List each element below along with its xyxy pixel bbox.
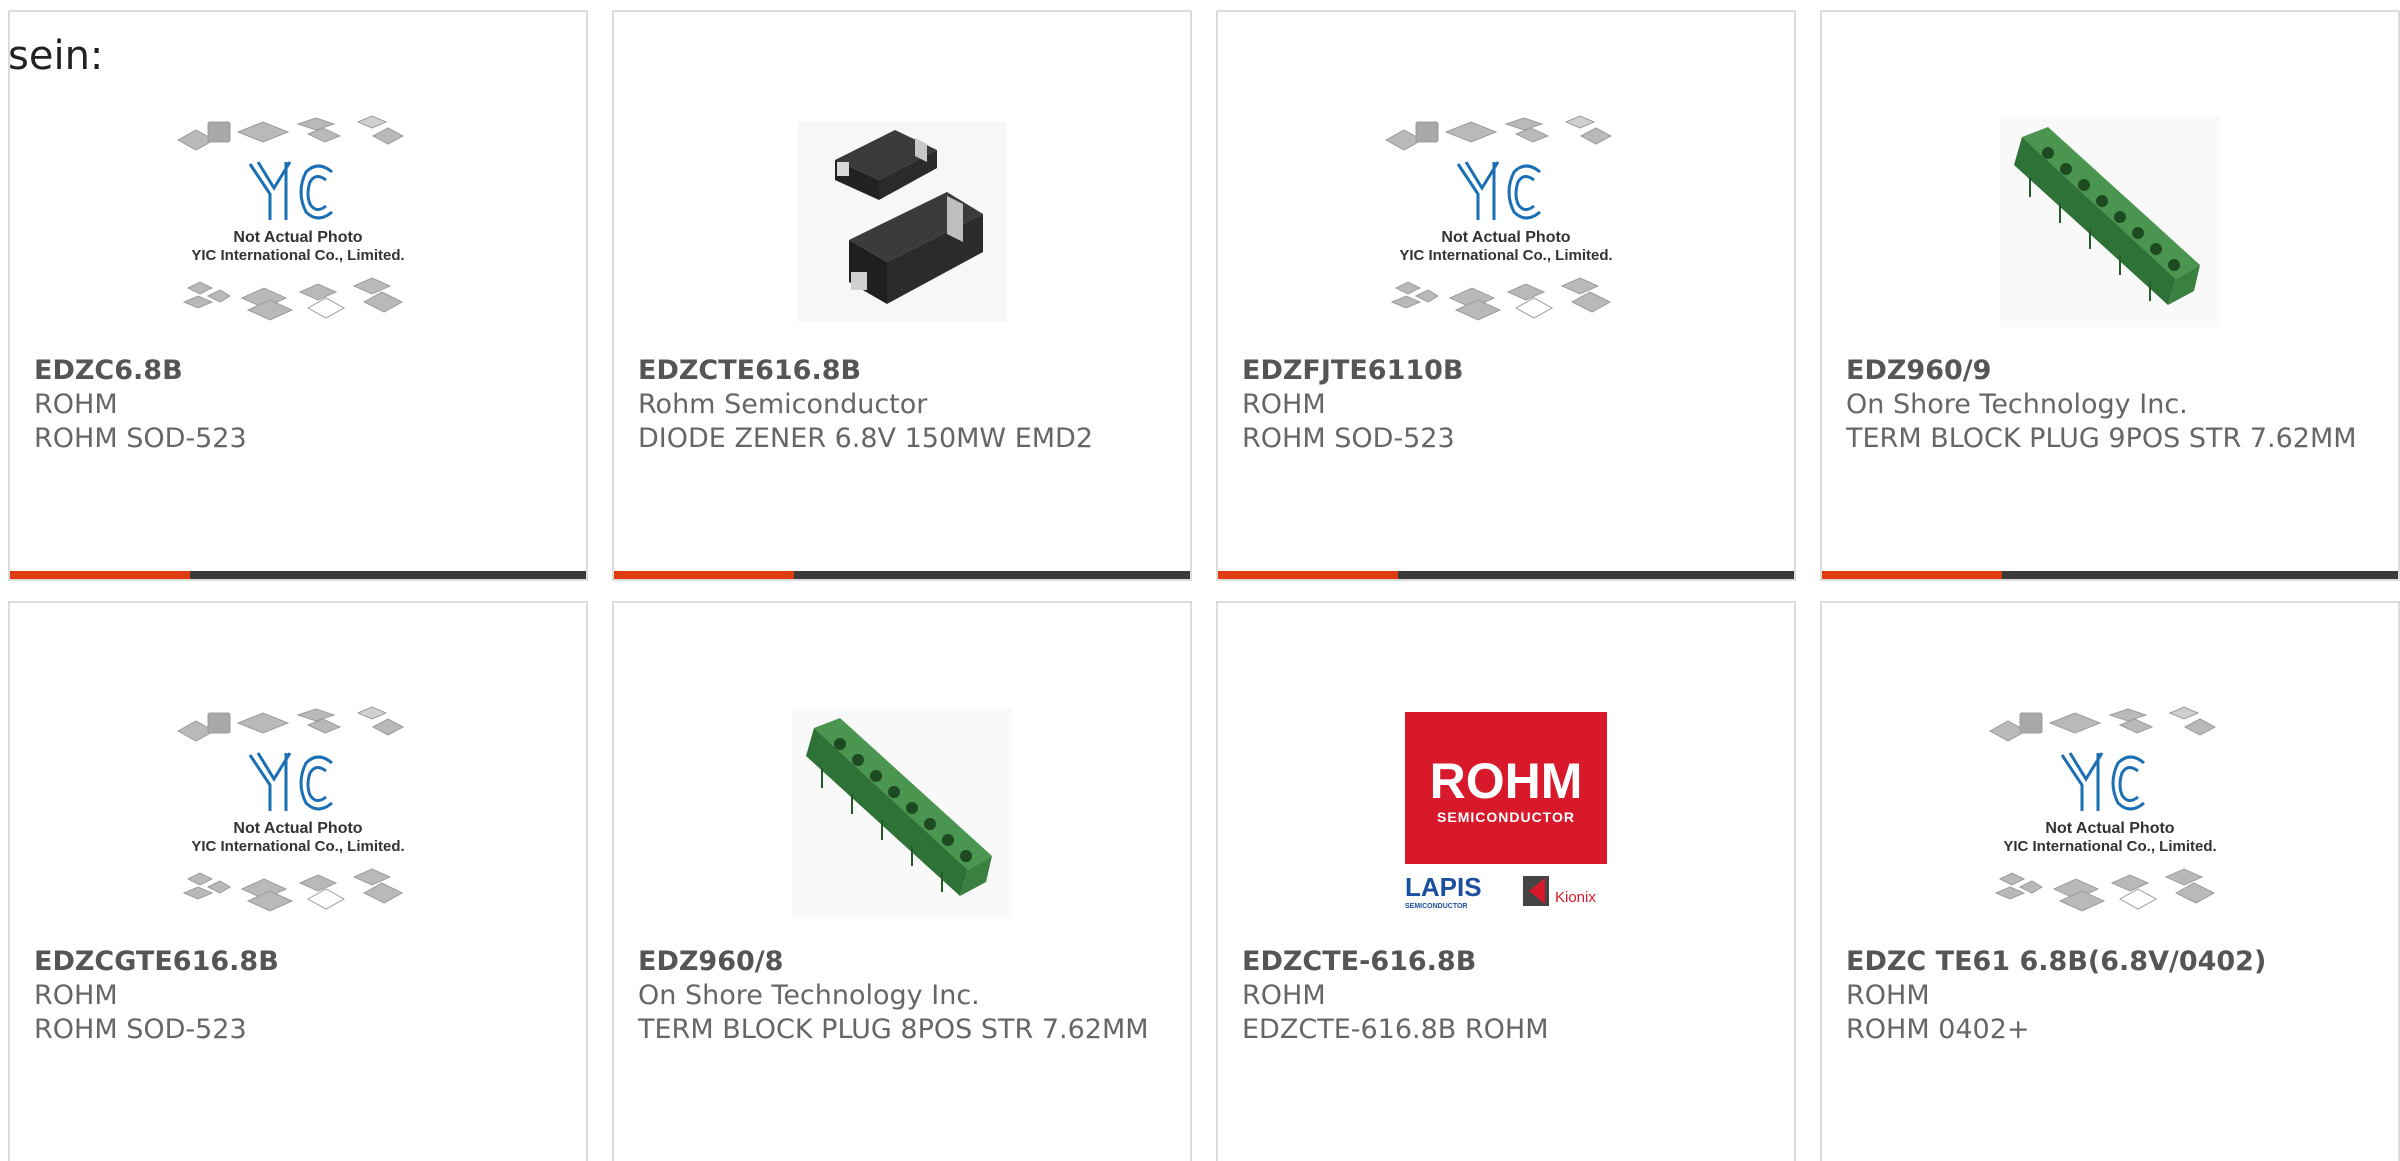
part-number-link[interactable]: EDZCGTE616.8B bbox=[34, 945, 562, 979]
part-number-link[interactable]: EDZC TE61 6.8B(6.8V/0402) bbox=[1846, 945, 2374, 979]
product-card[interactable]: EDZ960/9 On Shore Technology Inc. TERM BLO… bbox=[1820, 10, 2400, 581]
manufacturer: On Shore Technology Inc. bbox=[1846, 389, 2188, 420]
caption-line2: YIC International Co., Limited. bbox=[191, 838, 404, 855]
card-accent-bar bbox=[614, 571, 794, 579]
product-info: EDZCTE-616.8B ROHM EDZCTE-616.8B ROHM bbox=[1242, 945, 1770, 1047]
terminal-block-image bbox=[792, 708, 1012, 918]
part-number-link[interactable]: EDZC6.8B bbox=[34, 354, 562, 388]
card-bottom-bar bbox=[614, 571, 1190, 579]
lapis-text: LAPIS bbox=[1405, 872, 1482, 902]
description: TERM BLOCK PLUG 9POS STR 7.62MM bbox=[1846, 423, 2357, 454]
manufacturer: ROHM bbox=[1846, 980, 1930, 1011]
product-card[interactable]: EDZ960/8 On Shore Technology Inc. TERM BLO… bbox=[612, 601, 1192, 1161]
product-card[interactable]: Not Actual Photo YIC International Co., … bbox=[8, 10, 588, 581]
description: TERM BLOCK PLUG 8POS STR 7.62MM bbox=[638, 1014, 1149, 1045]
product-info: EDZFJTE6110B ROHM ROHM SOD-523 bbox=[1242, 354, 1770, 456]
product-info: EDZC TE61 6.8B(6.8V/0402) ROHM ROHM 0402+ bbox=[1846, 945, 2374, 1047]
placeholder-image: Not Actual Photo YIC International Co., … bbox=[1384, 115, 1613, 321]
caption-line1: Not Actual Photo bbox=[233, 820, 362, 837]
caption-line1: Not Actual Photo bbox=[1441, 229, 1570, 246]
product-info: EDZCGTE616.8B ROHM ROHM SOD-523 bbox=[34, 945, 562, 1047]
manufacturer: ROHM bbox=[34, 389, 118, 420]
product-info: EDZ960/9 On Shore Technology Inc. TERM BLO… bbox=[1846, 354, 2374, 456]
card-bottom-bar bbox=[10, 571, 586, 579]
caption-line2: YIC International Co., Limited. bbox=[1399, 247, 1612, 264]
placeholder-image: Not Actual Photo YIC International Co., … bbox=[1988, 706, 2217, 912]
part-number-link[interactable]: EDZFJTE6110B bbox=[1242, 354, 1770, 388]
product-image[interactable] bbox=[1822, 92, 2398, 352]
product-card[interactable]: Not Actual Photo YIC International Co., … bbox=[8, 601, 588, 1161]
manufacturer: ROHM bbox=[1242, 980, 1326, 1011]
product-image[interactable] bbox=[614, 683, 1190, 943]
product-card[interactable]: Not Actual Photo YIC International Co., … bbox=[1216, 10, 1796, 581]
caption-line2: YIC International Co., Limited. bbox=[2003, 838, 2216, 855]
part-number-link[interactable]: EDZCTE-616.8B bbox=[1242, 945, 1770, 979]
product-card[interactable]: ROHM SEMICONDUCTOR LAPIS SEMICONDUCTOR K… bbox=[1216, 601, 1796, 1161]
card-accent-bar bbox=[1822, 571, 2002, 579]
product-info: EDZ960/8 On Shore Technology Inc. TERM BLO… bbox=[638, 945, 1166, 1047]
description: ROHM SOD-523 bbox=[34, 1014, 247, 1045]
description: ROHM SOD-523 bbox=[34, 423, 247, 454]
part-number-link[interactable]: EDZCTE616.8B bbox=[638, 354, 1166, 388]
intro-text: sein: bbox=[8, 33, 104, 79]
description: ROHM SOD-523 bbox=[1242, 423, 1455, 454]
product-image[interactable]: Not Actual Photo YIC International Co., … bbox=[1822, 683, 2398, 943]
manufacturer: Rohm Semiconductor bbox=[638, 389, 928, 420]
description: EDZCTE-616.8B ROHM bbox=[1242, 1014, 1549, 1045]
card-accent-bar bbox=[1218, 571, 1398, 579]
terminal-block-image bbox=[2000, 117, 2220, 327]
caption-line2: YIC International Co., Limited. bbox=[191, 247, 404, 264]
kionix-text: Kionix bbox=[1555, 889, 1596, 906]
manufacturer: On Shore Technology Inc. bbox=[638, 980, 980, 1011]
product-card[interactable]: EDZCTE616.8B Rohm Semiconductor DIODE ZENE… bbox=[612, 10, 1192, 581]
product-info: EDZCTE616.8B Rohm Semiconductor DIODE ZENE… bbox=[638, 354, 1166, 456]
product-image[interactable] bbox=[614, 92, 1190, 352]
rohm-brand: ROHM bbox=[1430, 753, 1583, 809]
placeholder-image: Not Actual Photo YIC International Co., … bbox=[176, 706, 405, 912]
rohm-sub: SEMICONDUCTOR bbox=[1437, 809, 1575, 825]
description: DIODE ZENER 6.8V 150MW EMD2 bbox=[638, 423, 1094, 454]
manufacturer: ROHM bbox=[1242, 389, 1326, 420]
caption-line1: Not Actual Photo bbox=[233, 229, 362, 246]
product-image[interactable]: Not Actual Photo YIC International Co., … bbox=[10, 683, 586, 943]
product-image[interactable]: Not Actual Photo YIC International Co., … bbox=[10, 92, 586, 352]
card-bottom-bar bbox=[1822, 571, 2398, 579]
diode-image bbox=[797, 122, 1007, 322]
card-bottom-bar bbox=[1218, 571, 1794, 579]
product-grid: Not Actual Photo YIC International Co., … bbox=[8, 10, 2400, 1161]
card-accent-bar bbox=[10, 571, 190, 579]
product-info: EDZC6.8B ROHM ROHM SOD-523 bbox=[34, 354, 562, 456]
product-card[interactable]: Not Actual Photo YIC International Co., … bbox=[1820, 601, 2400, 1161]
page: sein: Not Actual Photo YIC International… bbox=[0, 0, 2400, 1161]
part-number-link[interactable]: EDZ960/8 bbox=[638, 945, 1166, 979]
description: ROHM 0402+ bbox=[1846, 1014, 2030, 1045]
lapis-sub: SEMICONDUCTOR bbox=[1405, 903, 1467, 910]
manufacturer: ROHM bbox=[34, 980, 118, 1011]
product-image[interactable]: ROHM SEMICONDUCTOR LAPIS SEMICONDUCTOR K… bbox=[1218, 683, 1794, 943]
product-image[interactable]: Not Actual Photo YIC International Co., … bbox=[1218, 92, 1794, 352]
rohm-logo-image: ROHM SEMICONDUCTOR LAPIS SEMICONDUCTOR K… bbox=[1405, 712, 1607, 910]
caption-line1: Not Actual Photo bbox=[2045, 820, 2174, 837]
placeholder-image: Not Actual Photo YIC International Co., … bbox=[176, 115, 405, 321]
part-number-link[interactable]: EDZ960/9 bbox=[1846, 354, 2374, 388]
